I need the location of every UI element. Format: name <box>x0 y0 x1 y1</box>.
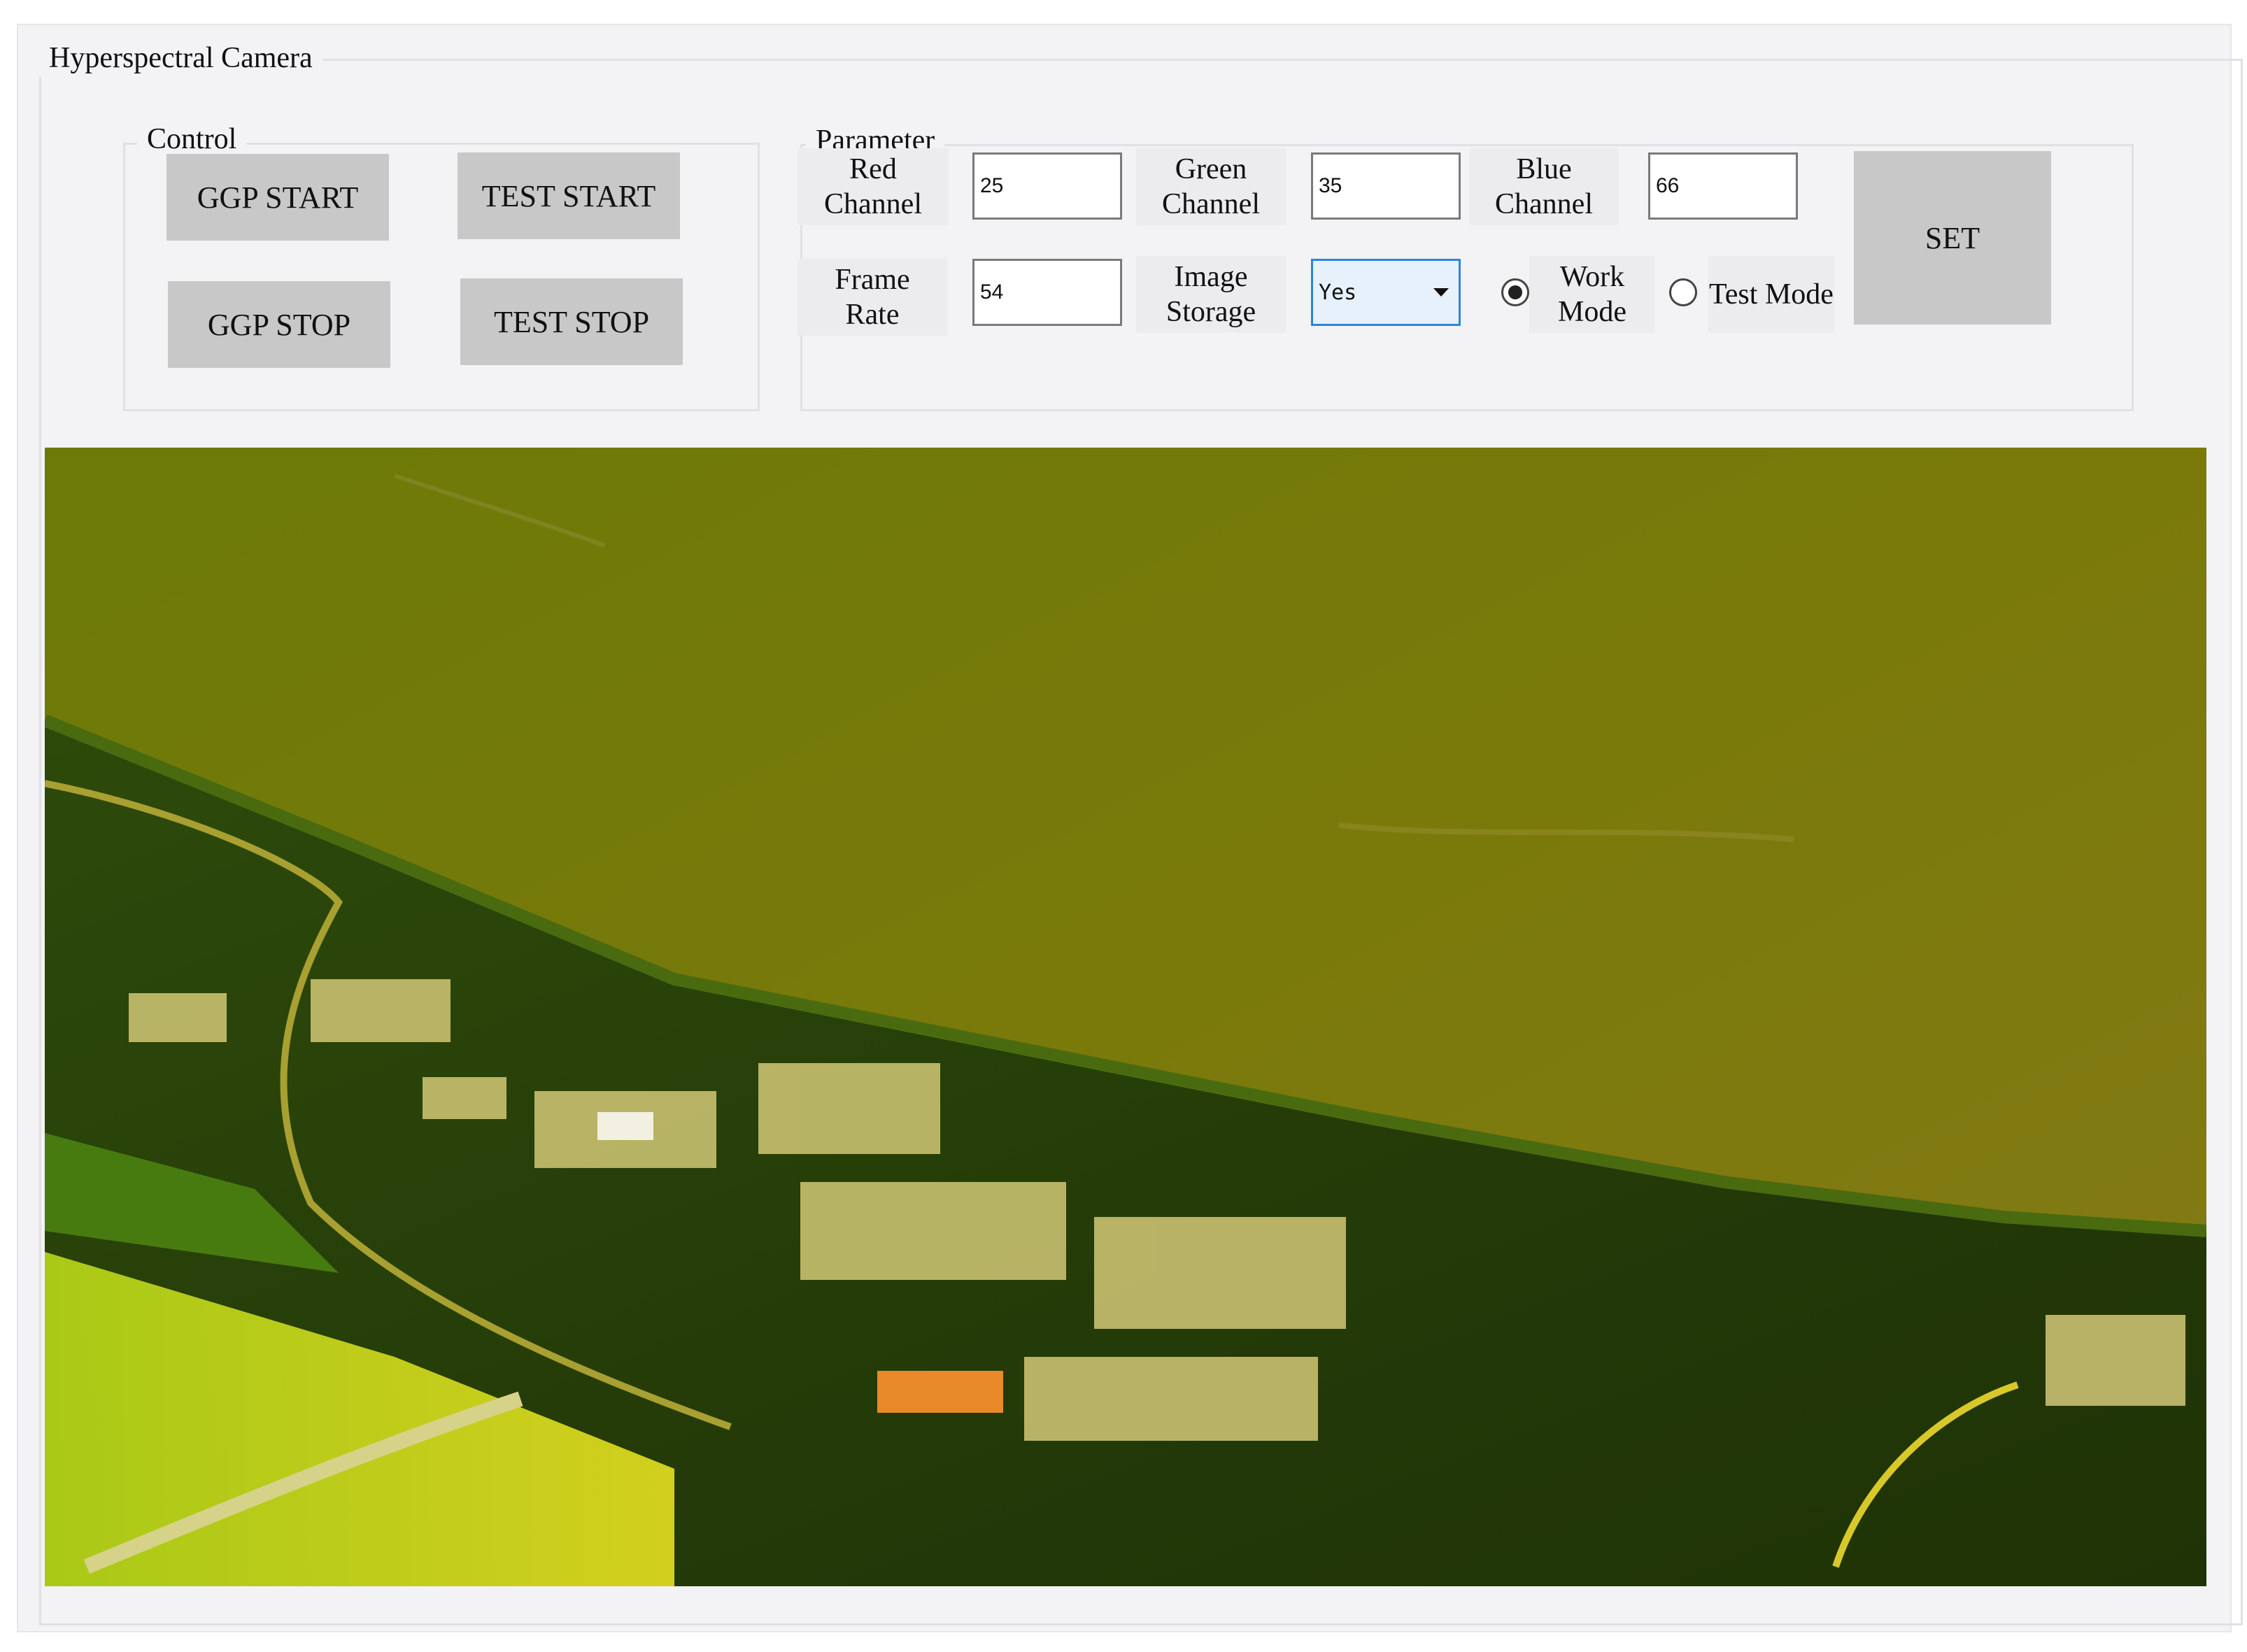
app-window: Hyperspectral Camera Control GGP START T… <box>17 24 2243 1632</box>
blue-channel-label: Blue Channel <box>1469 148 1619 225</box>
green-channel-input[interactable] <box>1311 152 1461 220</box>
work-mode-label-line2: Mode <box>1558 296 1626 328</box>
radio-selected-icon <box>1508 285 1522 299</box>
white-roof <box>597 1112 653 1140</box>
ggp-start-button[interactable]: GGP START <box>166 154 389 241</box>
frame-rate-label: Frame Rate <box>798 259 947 336</box>
image-storage-label-line1: Image <box>1174 261 1248 293</box>
green-channel-label-line1: Green <box>1175 153 1247 185</box>
hyperspectral-aerial-image <box>45 448 2206 1586</box>
set-button[interactable]: SET <box>1854 151 2051 325</box>
test-stop-button[interactable]: TEST STOP <box>460 278 683 365</box>
test-mode-label-line2: Mode <box>1764 278 1834 311</box>
green-channel-label-line2: Channel <box>1162 188 1260 220</box>
frame-rate-label-line1: Frame <box>835 264 910 296</box>
dropdown-arrow-icon[interactable] <box>1433 288 1449 297</box>
orange-roof <box>877 1371 1003 1413</box>
test-mode-label: Test Mode <box>1708 256 1834 333</box>
window-title: Hyperspectral Camera <box>39 39 322 77</box>
red-channel-label-line1: Red <box>849 153 897 185</box>
blue-channel-input[interactable] <box>1648 152 1798 220</box>
work-mode-radio[interactable] <box>1501 278 1529 306</box>
red-channel-input[interactable] <box>972 152 1122 220</box>
image-storage-label-line2: Storage <box>1165 296 1256 328</box>
red-channel-label-line2: Channel <box>824 188 922 220</box>
blue-channel-label-line2: Channel <box>1495 188 1593 220</box>
frame-rate-input[interactable] <box>972 259 1122 326</box>
camera-image-view[interactable] <box>45 448 2206 1586</box>
ggp-stop-button[interactable]: GGP STOP <box>168 281 390 368</box>
image-storage-label: Image Storage <box>1136 256 1286 333</box>
red-channel-label: Red Channel <box>798 148 949 225</box>
work-mode-label-line1: Work <box>1559 261 1625 293</box>
control-legend: Control <box>137 120 247 158</box>
green-channel-label: Green Channel <box>1136 148 1286 225</box>
image-storage-dropdown[interactable]: Yes <box>1311 259 1461 326</box>
test-mode-radio[interactable] <box>1669 278 1697 306</box>
test-mode-label-line1: Test <box>1709 278 1758 311</box>
frame-rate-label-line2: Rate <box>845 299 900 331</box>
image-storage-selected: Yes <box>1319 280 1357 305</box>
work-mode-label: Work Mode <box>1529 256 1655 333</box>
blue-channel-label-line1: Blue <box>1516 153 1572 185</box>
test-start-button[interactable]: TEST START <box>458 152 680 239</box>
